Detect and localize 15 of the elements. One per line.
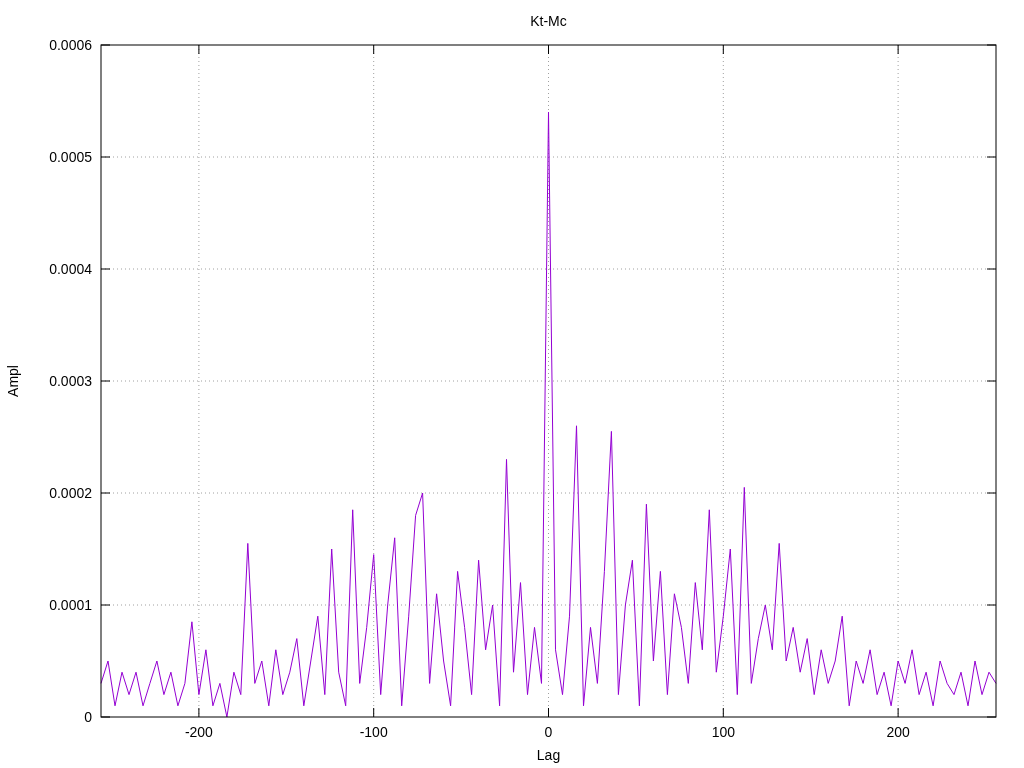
y-tick-label: 0.0003	[49, 373, 92, 389]
y-tick-label: 0.0004	[49, 261, 92, 277]
x-tick-label: 100	[711, 724, 735, 740]
y-tick-label: 0.0006	[49, 37, 92, 53]
x-axis-label: Lag	[536, 747, 561, 763]
x-tick-label: -100	[359, 724, 388, 740]
y-tick-label: 0.0002	[49, 485, 92, 501]
y-axis-label: Ampl	[5, 365, 21, 397]
y-tick-label: 0	[84, 709, 92, 725]
y-tick-label: 0.0005	[49, 149, 92, 165]
x-tick-label: 0	[544, 724, 553, 740]
chart-title: Kt-Mc	[530, 13, 567, 29]
x-tick-label: -200	[184, 724, 213, 740]
x-tick-label: 200	[886, 724, 910, 740]
y-tick-label: 0.0001	[49, 597, 92, 613]
